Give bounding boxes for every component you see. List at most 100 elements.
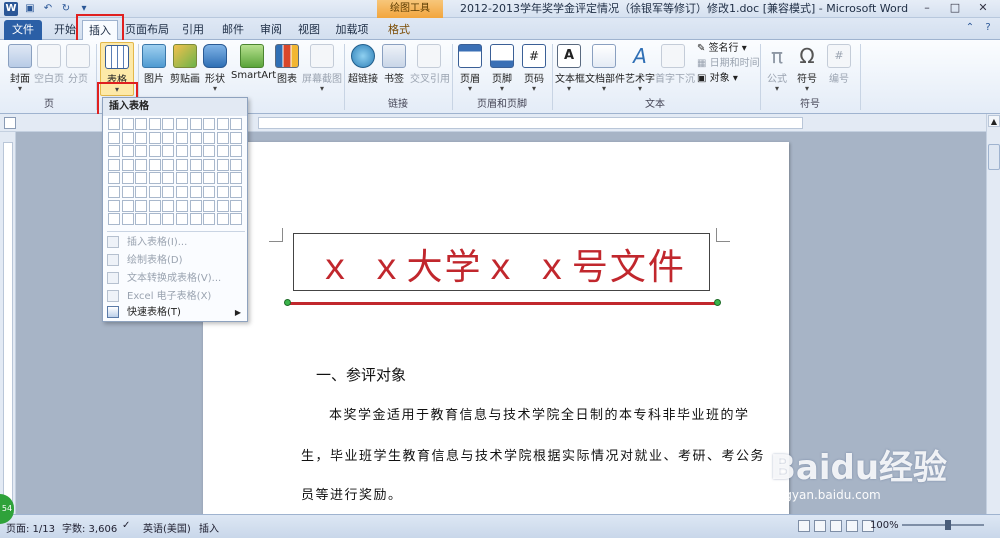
table-grid-cell[interactable] xyxy=(121,172,134,185)
table-grid-cell[interactable] xyxy=(189,213,202,226)
table-grid-cell[interactable] xyxy=(121,199,134,212)
draw-table-item[interactable]: 绘制表格(D) xyxy=(107,252,245,270)
minimize-button[interactable]: – xyxy=(914,0,940,16)
table-grid-cell[interactable] xyxy=(230,172,243,185)
print-layout-icon[interactable] xyxy=(798,520,810,532)
table-grid-cell[interactable] xyxy=(135,118,148,130)
table-grid-cell[interactable] xyxy=(121,213,134,226)
table-grid-cell[interactable] xyxy=(230,145,243,158)
table-grid-cell[interactable] xyxy=(148,172,161,185)
blank-page-button[interactable]: 空白页 xyxy=(34,44,64,85)
chart-button[interactable]: 图表 xyxy=(275,44,299,85)
document-page[interactable]: ｘ ｘ大学ｘ ｘ号文件 一、参评对象 本奖学金适用于教育信息与技术学院全日制的本… xyxy=(203,142,789,514)
tab-page-layout[interactable]: 页面布局 xyxy=(124,20,170,40)
shapes-button[interactable]: 形状 ▾ xyxy=(202,44,228,93)
quickparts-button[interactable]: 文档部件 ▾ xyxy=(585,44,625,93)
signature-line-button[interactable]: ✎ 签名行 ▾ xyxy=(697,42,747,56)
tab-references[interactable]: 引用 xyxy=(178,20,208,40)
header-button[interactable]: 页眉 ▾ xyxy=(456,44,484,93)
footer-button[interactable]: 页脚 ▾ xyxy=(488,44,516,93)
table-grid-cell[interactable] xyxy=(135,185,148,198)
table-grid-cell[interactable] xyxy=(203,172,216,185)
header-text-box[interactable]: ｘ ｘ大学ｘ ｘ号文件 xyxy=(293,233,710,291)
table-grid-cell[interactable] xyxy=(216,185,229,198)
table-grid-cell[interactable] xyxy=(216,172,229,185)
close-button[interactable]: ✕ xyxy=(970,0,996,16)
table-grid-cell[interactable] xyxy=(203,131,216,144)
table-grid-cell[interactable] xyxy=(121,185,134,198)
outline-icon[interactable] xyxy=(846,520,858,532)
tab-mailings[interactable]: 邮件 xyxy=(218,20,248,40)
tab-view[interactable]: 视图 xyxy=(294,20,324,40)
word-count[interactable]: 字数: 3,606 xyxy=(62,520,117,535)
table-grid-cell[interactable] xyxy=(121,118,134,130)
table-grid-cell[interactable] xyxy=(203,213,216,226)
table-grid-cell[interactable] xyxy=(175,158,188,171)
save-icon[interactable]: ▣ xyxy=(24,3,36,15)
table-grid-cell[interactable] xyxy=(203,199,216,212)
zoom-slider[interactable] xyxy=(902,524,984,526)
table-grid-cell[interactable] xyxy=(216,145,229,158)
smartart-button[interactable]: SmartArt xyxy=(231,44,276,81)
table-grid-cell[interactable] xyxy=(135,145,148,158)
table-grid-cell[interactable] xyxy=(203,118,216,130)
table-grid-cell[interactable] xyxy=(135,199,148,212)
table-grid-cell[interactable] xyxy=(175,172,188,185)
tab-file[interactable]: 文件 xyxy=(4,20,42,40)
bookmark-button[interactable]: 书签 xyxy=(382,44,406,85)
table-grid-cell[interactable] xyxy=(162,131,175,144)
proofing-icon[interactable]: ✓ xyxy=(122,520,130,531)
tab-selector[interactable] xyxy=(4,117,16,129)
table-grid-cell[interactable] xyxy=(216,131,229,144)
numbering-button[interactable]: # 编号 xyxy=(824,44,854,85)
tab-addins[interactable]: 加载项 xyxy=(332,20,372,40)
ruler-scale[interactable] xyxy=(258,117,803,129)
table-grid-cell[interactable] xyxy=(162,213,175,226)
table-grid-cell[interactable] xyxy=(162,185,175,198)
table-grid-cell[interactable] xyxy=(148,213,161,226)
table-grid-cell[interactable] xyxy=(108,118,120,130)
redo-icon[interactable]: ↻ xyxy=(60,3,72,15)
wordart-button[interactable]: A 艺术字 ▾ xyxy=(625,44,655,93)
clipart-button[interactable]: 剪贴画 xyxy=(170,44,200,85)
table-grid-cell[interactable] xyxy=(189,131,202,144)
page-break-button[interactable]: 分页 xyxy=(64,44,92,85)
table-grid-cell[interactable] xyxy=(162,118,175,130)
picture-button[interactable]: 图片 xyxy=(142,44,166,85)
table-grid-cell[interactable] xyxy=(162,145,175,158)
table-grid-cell[interactable] xyxy=(175,145,188,158)
table-grid-cell[interactable] xyxy=(230,199,243,212)
table-grid-cell[interactable] xyxy=(175,213,188,226)
table-grid-cell[interactable] xyxy=(108,131,120,144)
table-grid-cell[interactable] xyxy=(162,172,175,185)
web-layout-icon[interactable] xyxy=(830,520,842,532)
table-grid-cell[interactable] xyxy=(148,185,161,198)
zoom-slider-thumb[interactable] xyxy=(945,520,951,530)
table-grid-cell[interactable] xyxy=(108,185,120,198)
table-grid-cell[interactable] xyxy=(189,185,202,198)
table-grid-cell[interactable] xyxy=(148,145,161,158)
table-grid-cell[interactable] xyxy=(230,185,243,198)
table-grid-cell[interactable] xyxy=(108,172,120,185)
table-grid-cell[interactable] xyxy=(162,158,175,171)
table-grid-cell[interactable] xyxy=(148,158,161,171)
insert-mode[interactable]: 插入 xyxy=(199,520,219,535)
symbol-button[interactable]: Ω 符号 ▾ xyxy=(794,44,820,93)
line-handle-left[interactable] xyxy=(284,299,291,306)
datetime-button[interactable]: ▦ 日期和时间 xyxy=(697,57,760,71)
table-grid-cell[interactable] xyxy=(230,131,243,144)
table-grid-cell[interactable] xyxy=(135,158,148,171)
table-grid-cell[interactable] xyxy=(230,118,243,130)
table-grid-cell[interactable] xyxy=(216,158,229,171)
minimize-ribbon-icon[interactable]: ⌃ xyxy=(964,22,976,34)
table-grid-cell[interactable] xyxy=(121,131,134,144)
table-grid-cell[interactable] xyxy=(216,213,229,226)
table-grid-cell[interactable] xyxy=(108,199,120,212)
table-grid-cell[interactable] xyxy=(175,131,188,144)
table-grid-cell[interactable] xyxy=(148,199,161,212)
page-number-button[interactable]: # 页码 ▾ xyxy=(520,44,548,93)
cover-button[interactable]: 封面 ▾ xyxy=(5,44,35,93)
table-grid-cell[interactable] xyxy=(230,213,243,226)
table-grid-cell[interactable] xyxy=(108,158,120,171)
table-grid-cell[interactable] xyxy=(108,213,120,226)
